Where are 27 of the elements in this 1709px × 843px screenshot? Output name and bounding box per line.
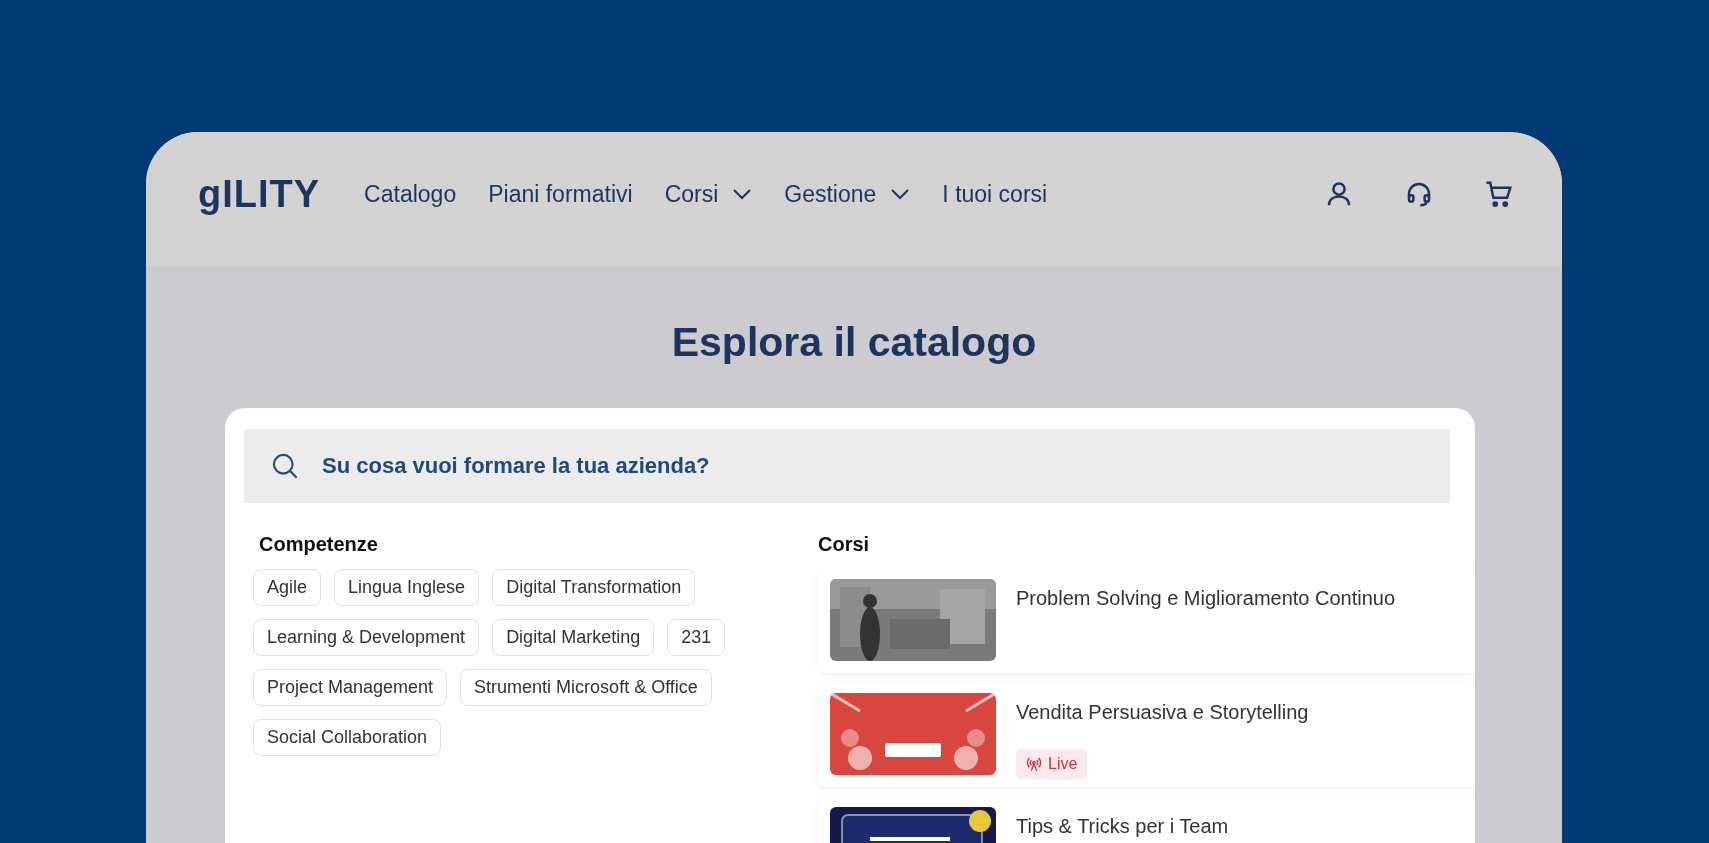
live-badge: Live bbox=[1016, 748, 1088, 779]
logo[interactable]: gILITY bbox=[198, 165, 321, 223]
course-card[interactable]: Problem Solving e Miglioramento Continuo bbox=[818, 568, 1475, 673]
course-title: Vendita Persuasiva e Storytelling bbox=[1016, 699, 1309, 725]
skill-chip[interactable]: Agile bbox=[253, 568, 322, 606]
skill-chip[interactable]: 231 bbox=[667, 618, 726, 656]
page-title: Esplora il catalogo bbox=[670, 318, 1038, 367]
skill-chip[interactable]: Learning & Development bbox=[253, 618, 480, 656]
nav-link[interactable]: I tuoi corsi bbox=[942, 176, 1048, 212]
cart-icon[interactable] bbox=[1484, 179, 1514, 209]
course-title: Tips & Tricks per i Team bbox=[1016, 813, 1229, 839]
nav-link[interactable]: Piani formativi bbox=[488, 176, 633, 212]
search-field[interactable]: Su cosa vuoi formare la tua azienda? bbox=[244, 428, 1450, 503]
course-title: Problem Solving e Miglioramento Continuo bbox=[1016, 585, 1396, 611]
nav-link[interactable]: Gestione bbox=[784, 176, 911, 212]
course-card[interactable]: Vendita Persuasiva e Storytelling Live bbox=[818, 682, 1475, 787]
skill-chip[interactable]: Project Management bbox=[253, 668, 448, 706]
skill-chip[interactable]: Digital Transformation bbox=[492, 568, 696, 606]
skill-chip[interactable]: Strumenti Microsoft & Office bbox=[460, 668, 712, 706]
skill-chip[interactable]: Lingua Inglese bbox=[334, 568, 480, 606]
nav-link[interactable]: Catalogo bbox=[364, 176, 457, 212]
section-heading: Competenze bbox=[259, 531, 378, 557]
course-card[interactable]: Tips & Tricks per i Team bbox=[818, 796, 1475, 843]
section-heading: Corsi bbox=[818, 531, 870, 557]
skill-chip[interactable]: Social Collaboration bbox=[253, 718, 442, 756]
nav-link[interactable]: Corsi bbox=[664, 176, 753, 212]
skill-chip[interactable]: Digital Marketing bbox=[492, 618, 655, 656]
